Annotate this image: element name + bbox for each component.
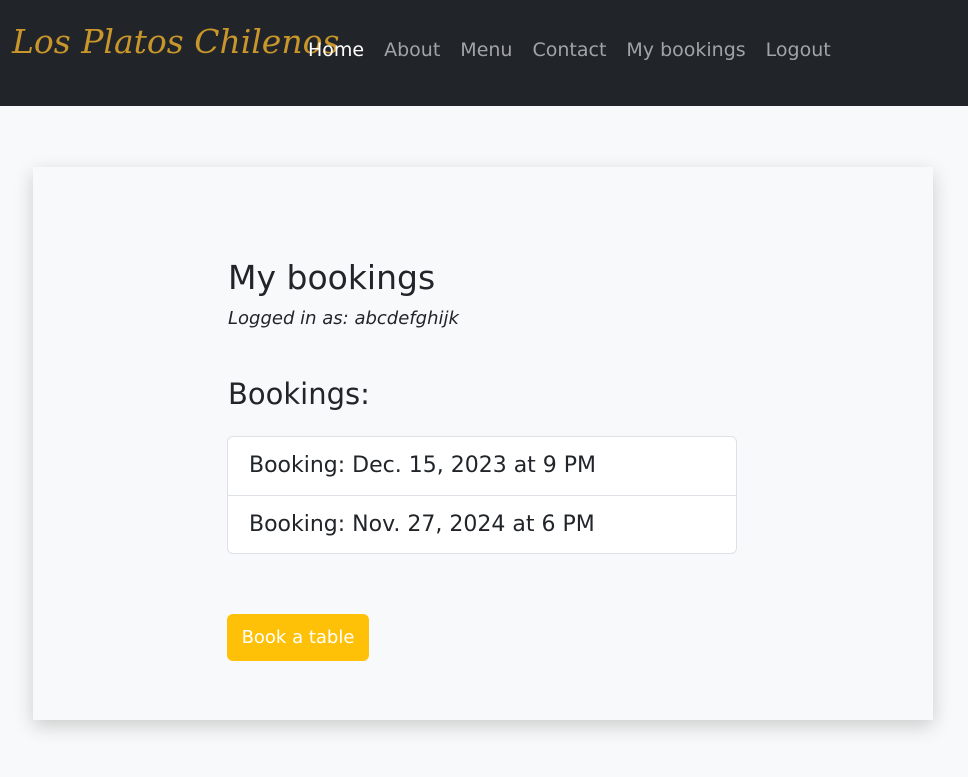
bookings-list: Booking: Dec. 15, 2023 at 9 PM Booking: …	[227, 436, 737, 554]
username: abcdefghijk	[354, 308, 459, 329]
logged-in-prefix: Logged in as:	[228, 308, 355, 329]
nav-menu[interactable]: Menu	[460, 36, 512, 64]
nav-my-bookings[interactable]: My bookings	[626, 36, 745, 64]
page-title: My bookings	[228, 258, 436, 297]
main-nav: Home About Menu Contact My bookings Logo…	[308, 36, 851, 64]
navbar: Los Platos Chilenos Home About Menu Cont…	[0, 0, 968, 106]
book-table-button[interactable]: Book a table	[227, 614, 369, 661]
bookings-content: My bookings Logged in as: abcdefghijk Bo…	[228, 255, 738, 413]
booking-item: Booking: Nov. 27, 2024 at 6 PM	[228, 495, 736, 553]
nav-home[interactable]: Home	[308, 36, 364, 64]
nav-logout[interactable]: Logout	[766, 36, 831, 64]
nav-about[interactable]: About	[384, 36, 440, 64]
nav-contact[interactable]: Contact	[532, 36, 606, 64]
bookings-heading: Bookings:	[228, 377, 370, 411]
brand-logo[interactable]: Los Platos Chilenos	[12, 22, 339, 61]
logged-in-status: Logged in as: abcdefghijk	[228, 307, 738, 331]
booking-item: Booking: Dec. 15, 2023 at 9 PM	[249, 453, 597, 478]
